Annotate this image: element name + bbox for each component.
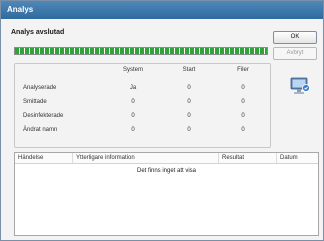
window-title: Analys — [1, 1, 323, 19]
column-header-start: Start — [182, 67, 196, 73]
column-header-files: Filer — [237, 67, 249, 73]
cell-analyzed-files: 0 — [241, 85, 245, 91]
progress-fill — [15, 48, 267, 54]
list-empty-message: Det finns inget att visa — [136, 168, 197, 174]
row-label-analyzed: Analyserade — [23, 85, 57, 91]
cell-analyzed-system: Ja — [129, 85, 137, 91]
stats-panel — [14, 63, 271, 148]
column-header-system: System — [122, 67, 143, 73]
cell-infected-start: 0 — [187, 99, 191, 105]
list-col-info[interactable]: Ytterligare information — [73, 153, 219, 163]
cell-disinfected-start: 0 — [187, 113, 191, 119]
cell-renamed-start: 0 — [187, 127, 191, 133]
analysis-dialog: Analys Analys avslutad OK Avbryt System … — [0, 0, 324, 241]
row-label-renamed: Ändrat namn — [23, 127, 58, 133]
cell-disinfected-system: 0 — [131, 113, 135, 119]
list-col-date[interactable]: Datum — [277, 153, 318, 163]
cell-analyzed-start: 0 — [187, 85, 191, 91]
status-heading: Analys avslutad — [11, 29, 65, 36]
abort-button[interactable]: Avbryt — [273, 47, 317, 60]
computer-monitor-icon — [290, 77, 310, 94]
progress-bar — [14, 47, 268, 55]
cell-renamed-files: 0 — [241, 127, 245, 133]
list-header: Händelse Ytterligare information Resulta… — [15, 153, 318, 164]
cell-infected-system: 0 — [131, 99, 135, 105]
cell-disinfected-files: 0 — [241, 113, 245, 119]
row-label-infected: Smittade — [23, 99, 47, 105]
ok-button[interactable]: OK — [273, 31, 317, 44]
list-col-result[interactable]: Resultat — [219, 153, 277, 163]
cell-infected-files: 0 — [241, 99, 245, 105]
cell-renamed-system: 0 — [131, 127, 135, 133]
list-col-event[interactable]: Händelse — [15, 153, 73, 163]
events-list[interactable]: Händelse Ytterligare information Resulta… — [14, 152, 319, 236]
row-label-disinfected: Desinfekterade — [23, 113, 64, 119]
